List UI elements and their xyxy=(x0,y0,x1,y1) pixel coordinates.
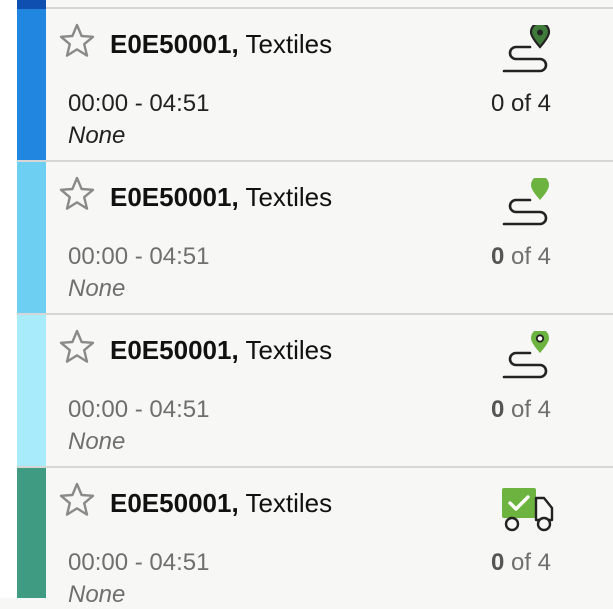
count-done: 0 xyxy=(490,243,505,270)
favorite-star-icon[interactable] xyxy=(59,176,95,212)
item-code: E0E50001, xyxy=(110,488,239,518)
delivery-truck-check-icon[interactable] xyxy=(500,484,556,536)
status-stripe xyxy=(17,315,46,466)
progress-count: 0 of 4 xyxy=(491,90,551,118)
favorite-star-icon[interactable] xyxy=(59,482,95,518)
item-note: None xyxy=(68,581,126,608)
item-code: E0E50001, xyxy=(110,29,239,59)
item-code: E0E50001, xyxy=(110,182,239,212)
route-icon[interactable] xyxy=(500,25,556,77)
item-note: None xyxy=(68,428,126,455)
count-done: 0 xyxy=(490,90,505,117)
route-icon[interactable] xyxy=(500,331,556,383)
item-name: Textiles xyxy=(245,488,333,518)
favorite-star-icon[interactable] xyxy=(59,23,95,59)
item-name: Textiles xyxy=(245,182,333,212)
item-note: None xyxy=(68,122,126,149)
list-item[interactable]: E0E50001, Textiles 00:00 - 04:51 None 0 … xyxy=(17,468,613,608)
count-done: 0 xyxy=(490,396,505,423)
time-range: 00:00 - 04:51 xyxy=(68,90,210,117)
list-item[interactable]: E0E50001, Textiles 00:00 - 04:51 None 0 … xyxy=(17,162,613,315)
status-stripe xyxy=(17,9,46,160)
item-title: E0E50001, Textiles xyxy=(110,182,332,213)
item-name: Textiles xyxy=(245,29,333,59)
progress-count: 0 of 4 xyxy=(491,396,551,424)
item-title: E0E50001, Textiles xyxy=(110,335,332,366)
list-item[interactable]: E0E50001, Textiles 00:00 - 04:51 None 0 … xyxy=(17,315,613,468)
time-range: 00:00 - 04:51 xyxy=(68,549,210,576)
favorite-star-icon[interactable] xyxy=(59,329,95,365)
list-item[interactable]: E0E50001, Textiles 00:00 - 04:51 None 0 … xyxy=(17,9,613,162)
count-done: 0 xyxy=(490,549,505,576)
item-code: E0E50001, xyxy=(110,335,239,365)
status-stripe xyxy=(17,468,46,598)
time-range: 00:00 - 04:51 xyxy=(68,396,210,423)
status-stripe xyxy=(17,162,46,313)
count-total: of 4 xyxy=(504,396,551,423)
progress-count: 0 of 4 xyxy=(491,243,551,271)
count-total: of 4 xyxy=(504,243,551,270)
time-range: 00:00 - 04:51 xyxy=(68,243,210,270)
left-edge xyxy=(0,0,17,598)
previous-item-stripe xyxy=(17,0,46,9)
item-title: E0E50001, Textiles xyxy=(110,488,332,519)
route-icon[interactable] xyxy=(500,178,556,230)
item-title: E0E50001, Textiles xyxy=(110,29,332,60)
count-total: of 4 xyxy=(504,549,551,576)
progress-count: 0 of 4 xyxy=(491,549,551,577)
item-note: None xyxy=(68,275,126,302)
count-total: of 4 xyxy=(504,90,551,117)
item-name: Textiles xyxy=(245,335,333,365)
